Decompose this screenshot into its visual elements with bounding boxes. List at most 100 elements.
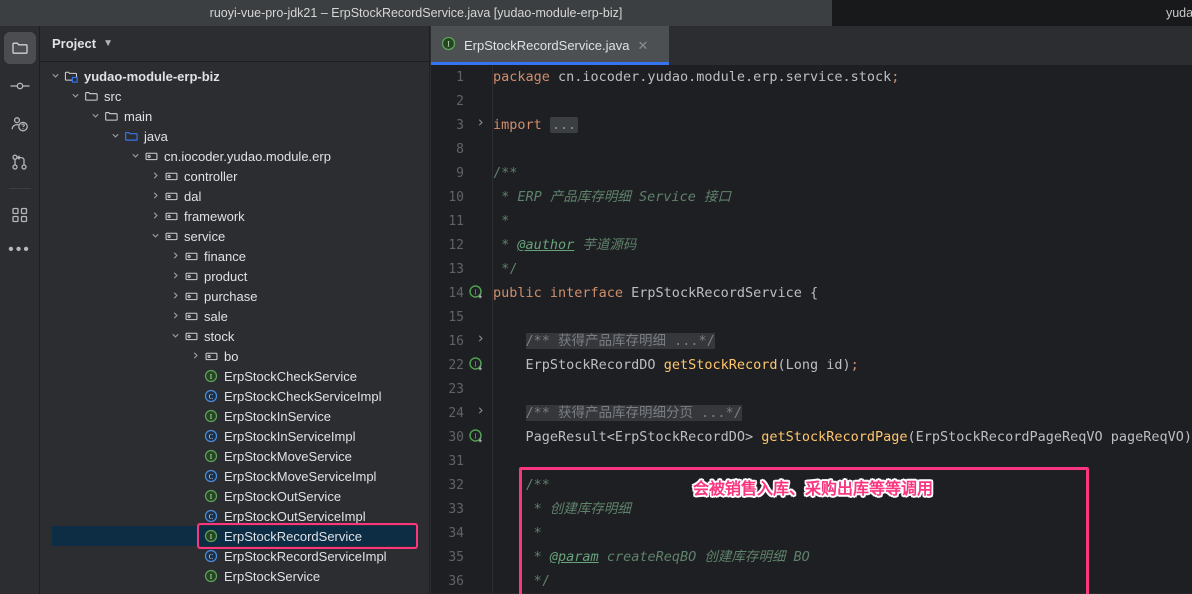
tab-erp-stock-record-service[interactable]: I ErpStockRecordService.java ✕ bbox=[431, 26, 669, 65]
code-line[interactable]: 10 * ERP 产品库存明细 Service 接口 bbox=[431, 185, 1192, 209]
tree-item[interactable]: finance bbox=[40, 246, 429, 266]
tree-item[interactable]: IErpStockInService bbox=[40, 406, 429, 426]
package-icon bbox=[182, 329, 200, 344]
tree-item[interactable]: service bbox=[40, 226, 429, 246]
code-line[interactable]: 15 bbox=[431, 305, 1192, 329]
code-line[interactable]: 1package cn.iocoder.yudao.module.erp.ser… bbox=[431, 65, 1192, 89]
tree-item[interactable]: yudao-module-erp-biz bbox=[40, 66, 429, 86]
chevron-right-icon[interactable] bbox=[168, 271, 182, 282]
code-lines[interactable]: 1package cn.iocoder.yudao.module.erp.ser… bbox=[431, 65, 1192, 594]
chevron-right-icon[interactable] bbox=[188, 351, 202, 362]
code-line[interactable]: 33 * 创建库存明细 bbox=[431, 497, 1192, 521]
code-token: ErpStockRecordDO bbox=[526, 357, 664, 373]
tree-item[interactable]: CErpStockRecordServiceImpl bbox=[40, 546, 429, 566]
chevron-right-icon[interactable] bbox=[148, 171, 162, 182]
tree-item[interactable]: purchase bbox=[40, 286, 429, 306]
code-line[interactable]: 14Ipublic interface ErpStockRecordServic… bbox=[431, 281, 1192, 305]
ellipsis-icon[interactable]: ••• bbox=[8, 245, 31, 255]
tree-item-label: ErpStockInService bbox=[224, 409, 331, 424]
implemented-marker-icon[interactable]: I bbox=[468, 356, 486, 374]
package-icon bbox=[202, 349, 220, 364]
tree-item[interactable]: main bbox=[40, 106, 429, 126]
code-token: * bbox=[493, 525, 542, 541]
tree-item[interactable]: CErpStockOutServiceImpl bbox=[40, 506, 429, 526]
code-line[interactable]: 36 */ bbox=[431, 569, 1192, 593]
code-line[interactable]: 30I PageResult<ErpStockRecordDO> getStoc… bbox=[431, 425, 1192, 449]
tree-item[interactable]: bo bbox=[40, 346, 429, 366]
line-number: 14 bbox=[431, 286, 464, 301]
tree-item[interactable]: src bbox=[40, 86, 429, 106]
interface-icon: I bbox=[202, 489, 220, 503]
code-line[interactable]: 35 * @param createReqBO 创建库存明细 BO bbox=[431, 545, 1192, 569]
line-number: 35 bbox=[431, 550, 464, 565]
implemented-marker-icon[interactable]: I bbox=[468, 284, 486, 302]
tree-item[interactable]: IErpStockCheckService bbox=[40, 366, 429, 386]
tree-item[interactable]: IErpStockMoveService bbox=[40, 446, 429, 466]
chevron-down-icon[interactable] bbox=[88, 111, 102, 122]
tree-item-selected[interactable]: IErpStockRecordService bbox=[52, 526, 418, 546]
chevron-down-icon[interactable] bbox=[48, 71, 62, 82]
tree-item[interactable]: product bbox=[40, 266, 429, 286]
code-line[interactable]: 9/** bbox=[431, 161, 1192, 185]
tree-item[interactable]: controller bbox=[40, 166, 429, 186]
chevron-right-icon[interactable] bbox=[148, 211, 162, 222]
code-line[interactable]: 34 * bbox=[431, 521, 1192, 545]
implemented-marker-icon[interactable]: I bbox=[468, 428, 486, 446]
project-tree[interactable]: yudao-module-erp-bizsrcmainjavacn.iocode… bbox=[40, 62, 429, 594]
code-line[interactable]: 23 bbox=[431, 377, 1192, 401]
chevron-down-icon[interactable]: ▼ bbox=[103, 39, 113, 49]
tree-item[interactable]: sale bbox=[40, 306, 429, 326]
code-line[interactable]: 11 * bbox=[431, 209, 1192, 233]
chevron-down-icon[interactable] bbox=[68, 91, 82, 102]
tree-item[interactable]: java bbox=[40, 126, 429, 146]
code-line[interactable]: 8 bbox=[431, 137, 1192, 161]
tree-item[interactable]: dal bbox=[40, 186, 429, 206]
tool-window-rail: ••• bbox=[0, 26, 40, 594]
chevron-right-icon[interactable] bbox=[168, 291, 182, 302]
line-number: 32 bbox=[431, 478, 464, 493]
chevron-down-icon[interactable] bbox=[148, 231, 162, 242]
tree-item[interactable]: stock bbox=[40, 326, 429, 346]
chevron-down-icon[interactable] bbox=[108, 131, 122, 142]
svg-text:C: C bbox=[209, 433, 214, 441]
code-line[interactable]: 13 */ bbox=[431, 257, 1192, 281]
code-editor[interactable]: 1package cn.iocoder.yudao.module.erp.ser… bbox=[431, 65, 1192, 594]
fold-expand-icon[interactable] bbox=[476, 401, 485, 425]
tree-item[interactable]: CErpStockMoveServiceImpl bbox=[40, 466, 429, 486]
code-line[interactable]: 31 bbox=[431, 449, 1192, 473]
sidebar-item-version-control[interactable] bbox=[4, 146, 36, 178]
code-line[interactable]: 12 * @author 芋道源码 bbox=[431, 233, 1192, 257]
svg-text:I: I bbox=[474, 431, 477, 440]
code-token: * bbox=[493, 237, 517, 253]
code-line[interactable]: 2 bbox=[431, 89, 1192, 113]
interface-icon: I bbox=[202, 529, 220, 543]
code-token: /** 获得产品库存明细分页 ...*/ bbox=[526, 405, 742, 421]
sidebar-item-ai-assistant[interactable] bbox=[4, 108, 36, 140]
tree-item[interactable]: CErpStockInServiceImpl bbox=[40, 426, 429, 446]
chevron-down-icon[interactable] bbox=[128, 151, 142, 162]
chevron-right-icon[interactable] bbox=[168, 311, 182, 322]
chevron-right-icon[interactable] bbox=[148, 191, 162, 202]
editor-tab-bar: I ErpStockRecordService.java ✕ bbox=[431, 26, 1192, 65]
chevron-right-icon[interactable] bbox=[168, 251, 182, 262]
package-icon bbox=[162, 229, 180, 244]
code-line[interactable]: 22I ErpStockRecordDO getStockRecord(Long… bbox=[431, 353, 1192, 377]
code-line[interactable]: 24 /** 获得产品库存明细分页 ...*/ bbox=[431, 401, 1192, 425]
sidebar-item-project[interactable] bbox=[4, 32, 36, 64]
sidebar-item-commit[interactable] bbox=[4, 70, 36, 102]
project-panel-header[interactable]: Project ▼ bbox=[40, 26, 429, 62]
chevron-down-icon[interactable] bbox=[168, 331, 182, 342]
code-line[interactable]: 3import ... bbox=[431, 113, 1192, 137]
tree-item[interactable]: cn.iocoder.yudao.module.erp bbox=[40, 146, 429, 166]
code-line[interactable]: 16 /** 获得产品库存明细 ...*/ bbox=[431, 329, 1192, 353]
fold-expand-icon[interactable] bbox=[476, 329, 485, 353]
tree-item[interactable]: CErpStockCheckServiceImpl bbox=[40, 386, 429, 406]
sidebar-item-plugins[interactable] bbox=[4, 199, 36, 231]
tree-item[interactable]: framework bbox=[40, 206, 429, 226]
code-token: 芋道源码 bbox=[574, 237, 636, 253]
tree-item[interactable]: IErpStockService bbox=[40, 566, 429, 586]
code-text: * bbox=[493, 209, 509, 233]
tree-item[interactable]: IErpStockOutService bbox=[40, 486, 429, 506]
fold-expand-icon[interactable] bbox=[476, 113, 485, 137]
close-icon[interactable]: ✕ bbox=[637, 39, 648, 52]
